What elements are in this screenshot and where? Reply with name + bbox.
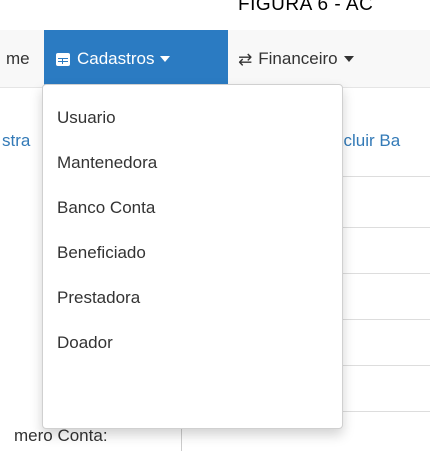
menu-item-banco-conta[interactable]: Banco Conta — [43, 185, 342, 230]
menu-item-prestadora[interactable]: Prestadora — [43, 275, 342, 320]
table-rule — [343, 319, 430, 320]
table-rule — [343, 176, 430, 177]
background-link-excluir[interactable]: xcluir Ba — [335, 131, 400, 151]
table-rule — [343, 365, 430, 366]
menu-item-doador[interactable]: Doador — [43, 320, 342, 365]
caret-down-icon — [343, 56, 354, 62]
table-rule — [343, 227, 430, 228]
nav-item-previous-label: me — [6, 49, 30, 68]
nav-menu-financeiro-label: Financeiro — [258, 49, 338, 68]
menu-item-usuario[interactable]: Usuario — [43, 95, 342, 140]
nav-menu-financeiro[interactable]: ⇄ Financeiro — [238, 30, 354, 88]
nav-menu-cadastros-label: Cadastros — [77, 49, 155, 68]
exchange-icon: ⇄ — [238, 49, 253, 69]
background-link-left[interactable]: stra — [2, 131, 30, 151]
background-field-label: mero Conta: — [14, 426, 108, 445]
nav-item-previous[interactable]: me — [6, 30, 30, 88]
cadastros-dropdown-menu: Usuario Mantenedora Banco Conta Benefici… — [42, 84, 343, 429]
table-rule — [343, 411, 430, 412]
caret-down-icon — [160, 56, 171, 62]
nav-menu-cadastros[interactable]: Cadastros — [44, 30, 228, 88]
menu-item-mantenedora[interactable]: Mantenedora — [43, 140, 342, 185]
figure-caption: FIGURA 6 - AC — [238, 0, 374, 15]
menu-item-beneficiado[interactable]: Beneficiado — [43, 230, 342, 275]
top-navbar: me Cadastros ⇄ Financeiro — [0, 30, 430, 88]
table-rule — [343, 273, 430, 274]
table-icon — [56, 52, 70, 66]
